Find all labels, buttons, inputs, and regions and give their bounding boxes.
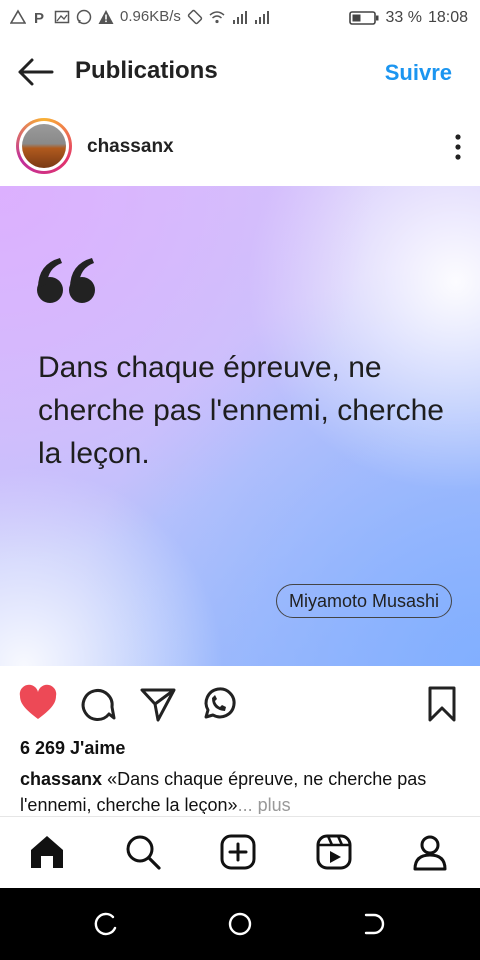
home-icon[interactable] <box>27 832 67 872</box>
post-author-row: chassanx <box>0 114 480 182</box>
profile-icon[interactable] <box>410 832 450 872</box>
back-button-icon[interactable] <box>360 910 388 938</box>
clock: 18:08 <box>427 9 468 26</box>
author-username[interactable]: chassanx <box>87 136 174 158</box>
post-image[interactable]: Dans chaque épreuve, ne cherche pas l'en… <box>0 186 480 666</box>
alert-icon <box>98 9 114 24</box>
status-right: 33 % 18:08 <box>349 9 468 27</box>
caption-username[interactable]: chassanx <box>20 769 102 789</box>
divider <box>0 816 480 817</box>
bookmark-save-icon[interactable] <box>422 684 462 724</box>
more-options-icon[interactable] <box>450 132 466 162</box>
warning-triangle-icon <box>10 8 26 24</box>
page-title: Publications <box>75 57 218 84</box>
post-caption: chassanx «Dans chaque épreuve, ne cherch… <box>20 766 460 814</box>
rotate-icon <box>187 9 203 24</box>
wifi-icon <box>209 10 225 23</box>
avatar-border <box>19 121 69 171</box>
search-icon[interactable] <box>123 832 163 872</box>
top-bar: Publications Suivre <box>0 44 480 100</box>
back-arrow-icon[interactable] <box>16 56 56 88</box>
like-heart-icon[interactable] <box>18 684 58 724</box>
create-icon[interactable] <box>218 832 258 872</box>
image-icon <box>54 10 70 23</box>
caption-more-link[interactable]: ... plus <box>238 795 291 814</box>
comment-icon[interactable] <box>78 684 118 724</box>
quote-text: Dans chaque épreuve, ne cherche pas l'en… <box>38 351 444 470</box>
svg-text:P: P <box>34 10 44 25</box>
status-left: P 0.96KB/s <box>10 8 269 25</box>
net-speed: 0.96KB/s <box>120 8 181 25</box>
battery-icon <box>349 11 379 25</box>
system-nav-bar <box>0 888 480 960</box>
home-button-icon[interactable] <box>226 910 254 938</box>
quote-mark-icon <box>37 258 95 303</box>
battery-level: 33 % <box>385 9 422 26</box>
quote-author-label: Miyamoto Musashi <box>276 584 453 618</box>
whatsapp-share-icon[interactable] <box>198 684 238 724</box>
post-actions <box>0 676 480 732</box>
whatsapp-status-icon <box>76 9 92 24</box>
share-send-icon[interactable] <box>138 684 178 724</box>
avatar[interactable] <box>16 118 72 174</box>
signal-icon-1 <box>232 10 247 24</box>
likes-count[interactable]: 6 269 J'aime <box>20 738 125 759</box>
signal-icon-2 <box>254 10 269 24</box>
reels-icon[interactable] <box>314 832 354 872</box>
bottom-nav <box>0 818 480 888</box>
status-bar: P 0.96KB/s 33 % 18:08 <box>0 0 480 36</box>
parking-icon: P <box>34 10 44 25</box>
avatar-photo <box>22 124 66 168</box>
follow-button[interactable]: Suivre <box>385 60 452 86</box>
recent-apps-icon[interactable] <box>93 910 121 938</box>
